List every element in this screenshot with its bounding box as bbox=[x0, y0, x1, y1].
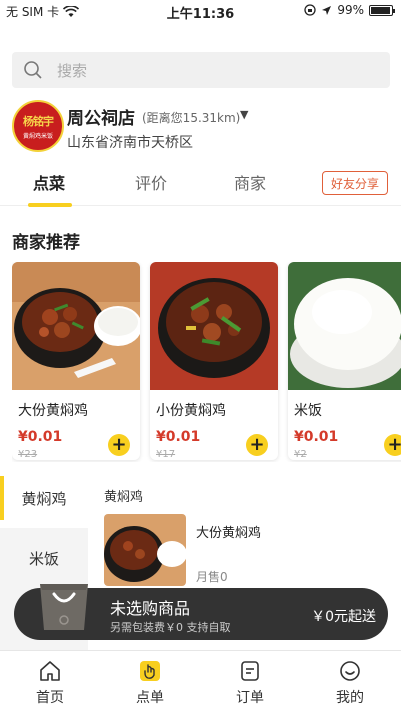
dish-name: 米饭 bbox=[294, 403, 322, 419]
logo-sub-text: 黄焖鸡米饭 bbox=[22, 132, 53, 140]
dish-name: 小份黄焖鸡 bbox=[156, 403, 226, 419]
tab-order[interactable]: 点菜 bbox=[33, 170, 65, 194]
cart-status-title: 未选购商品 bbox=[110, 599, 191, 618]
nav-label: 我的 bbox=[336, 690, 364, 706]
nav-item-orders[interactable]: 订单 bbox=[200, 651, 300, 710]
active-tab-indicator bbox=[28, 203, 72, 207]
category-item-braised-chicken[interactable]: 黄焖鸡 bbox=[0, 468, 88, 528]
bottom-nav: 首页 点单 订单 我的 bbox=[0, 650, 401, 710]
home-icon bbox=[40, 661, 60, 681]
shopping-bag-icon[interactable] bbox=[36, 574, 92, 634]
dish-name: 大份黄焖鸡 bbox=[18, 403, 88, 419]
battery-percent: 99% bbox=[337, 3, 364, 17]
dish-price: ¥0.01 bbox=[18, 429, 63, 445]
orientation-lock-icon bbox=[304, 4, 316, 16]
tab-reviews[interactable]: 评价 bbox=[135, 170, 167, 194]
store-name[interactable]: 周公祠店 bbox=[67, 104, 135, 129]
caret-down-icon[interactable]: ▼ bbox=[240, 108, 248, 121]
status-bar: 无 SIM 卡 上午11:36 99% bbox=[0, 0, 401, 22]
dish-price: ¥0.01 bbox=[294, 429, 339, 445]
nav-label: 首页 bbox=[36, 690, 64, 706]
recommendation-card[interactable]: 米饭 ¥0.01 ¥2 + bbox=[288, 262, 401, 460]
store-tabs: 点菜 评价 商家 好友分享 bbox=[0, 160, 401, 207]
nav-label: 点单 bbox=[136, 690, 164, 706]
store-distance[interactable]: (距离您15.31km) bbox=[142, 109, 240, 126]
search-placeholder: 搜索 bbox=[57, 61, 88, 80]
store-logo: 杨铭宇 黄焖鸡米饭 bbox=[12, 100, 64, 152]
dish-original-price: ¥2 bbox=[294, 449, 307, 460]
location-arrow-icon bbox=[322, 5, 332, 15]
add-to-cart-button[interactable]: + bbox=[384, 434, 401, 456]
logo-main-text: 杨铭宇 bbox=[23, 114, 54, 128]
recommendation-list: 大份黄焖鸡 ¥0.01 ¥23 + 小份黄焖鸡 ¥0.01 ¥17 + 米饭 ¥… bbox=[12, 262, 401, 462]
store-header: 杨铭宇 黄焖鸡米饭 周公祠店 (距离您15.31km) ▼ 山东省济南市天桥区 bbox=[12, 100, 392, 156]
menu-dish-image[interactable] bbox=[104, 514, 186, 586]
tab-merchant[interactable]: 商家 bbox=[234, 170, 266, 194]
menu-dish-sales: 月售0 bbox=[196, 570, 228, 584]
menu-dish-name: 大份黄焖鸡 bbox=[196, 526, 262, 541]
dish-original-price: ¥23 bbox=[18, 449, 38, 460]
nav-label: 订单 bbox=[236, 690, 264, 706]
battery-icon bbox=[369, 4, 395, 16]
search-input[interactable]: 搜索 bbox=[12, 52, 390, 88]
dish-image-rice bbox=[288, 262, 401, 390]
nav-item-order[interactable]: 点单 bbox=[100, 651, 200, 710]
recommendation-card[interactable]: 大份黄焖鸡 ¥0.01 ¥23 + bbox=[12, 262, 140, 460]
order-hand-icon bbox=[140, 661, 160, 681]
nav-item-profile[interactable]: 我的 bbox=[300, 651, 400, 710]
cart-bar[interactable]: 未选购商品 另需包装费￥0 支持自取 ￥0元起送 bbox=[14, 584, 388, 640]
cart-status-subtitle: 另需包装费￥0 支持自取 bbox=[110, 621, 231, 634]
profile-icon bbox=[340, 661, 360, 681]
status-right: 99% bbox=[304, 3, 395, 17]
dish-image-large-chicken bbox=[12, 262, 140, 390]
section-title: 商家推荐 bbox=[12, 233, 80, 253]
add-to-cart-button[interactable]: + bbox=[246, 434, 268, 456]
dish-price: ¥0.01 bbox=[156, 429, 201, 445]
dish-original-price: ¥17 bbox=[156, 449, 176, 460]
dish-image-small-chicken bbox=[150, 262, 278, 390]
minimum-order-label: ￥0元起送 bbox=[311, 609, 376, 625]
add-to-cart-button[interactable]: + bbox=[108, 434, 130, 456]
menu-section-title: 黄焖鸡 bbox=[104, 490, 144, 505]
share-button[interactable]: 好友分享 bbox=[322, 171, 388, 195]
recommendation-card[interactable]: 小份黄焖鸡 ¥0.01 ¥17 + bbox=[150, 262, 278, 460]
nav-item-home[interactable]: 首页 bbox=[0, 651, 100, 710]
store-address: 山东省济南市天桥区 bbox=[67, 135, 193, 151]
search-icon bbox=[24, 61, 42, 79]
orders-list-icon bbox=[241, 661, 259, 681]
